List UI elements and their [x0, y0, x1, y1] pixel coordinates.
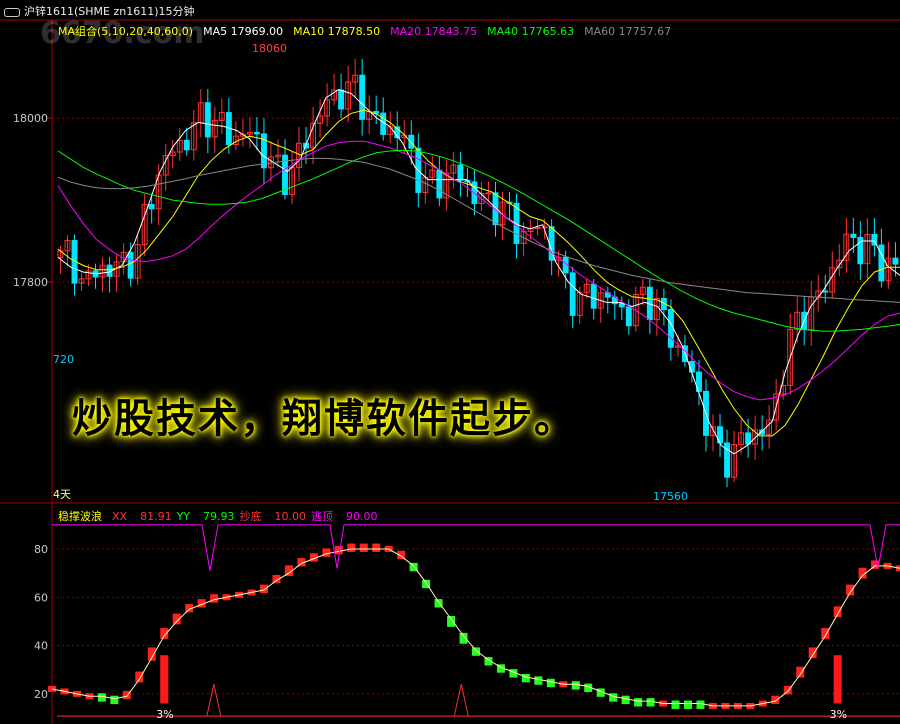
overlay-text: 炒股技术，翔博软件起步。: [72, 395, 576, 442]
candle-body: [625, 306, 632, 327]
candle-body: [183, 139, 190, 151]
oscillator-bar: [621, 695, 630, 705]
oscillator-bar: [110, 695, 119, 705]
candle-body: [569, 272, 576, 316]
candle-body: [534, 227, 541, 230]
oscillator-bar: [846, 584, 855, 596]
osc-y-tick-label: 40: [34, 640, 48, 653]
indicator-legend: 稳撑波浪 XX 81.91 YY 79.93 抄底 10.00 逃顶 90.00: [58, 508, 383, 524]
candle-body: [359, 74, 366, 120]
oscillator-bar: [771, 695, 780, 705]
indicator-legend-item: 10.00: [274, 510, 307, 523]
signal-label: 3%: [830, 708, 847, 721]
ma-line-ma20: [57, 140, 900, 401]
ma-line-ma40: [57, 149, 900, 332]
left-price-label: 720: [53, 353, 74, 366]
oscillator-bar: [671, 700, 680, 709]
candle-body: [148, 203, 155, 210]
ma-legend-item: MA组合(5,10,20,40,60,0): [58, 25, 194, 38]
indicator-legend-item: YY: [176, 510, 191, 523]
yy-line: [51, 548, 900, 707]
ma-legend-item: MA20 17843.75: [390, 25, 478, 38]
period-label: 4天: [53, 488, 71, 501]
oscillator-bar: [796, 666, 805, 678]
indicator-legend-item: XX: [112, 510, 128, 523]
oscillator-bar: [821, 628, 830, 639]
indicator-legend-item: 81.91: [140, 510, 172, 523]
oscillator-bar: [260, 584, 268, 594]
high-label: 18060: [252, 42, 287, 55]
oscillator-bar: [135, 671, 144, 683]
oscillator-bar: [646, 698, 655, 707]
oscillator-bar: [634, 698, 643, 707]
oscillator-bar: [459, 632, 468, 644]
oscillator-bar: [521, 673, 530, 683]
indicator-legend-item: 抄底: [239, 510, 262, 523]
oscillator-bar: [447, 616, 456, 627]
oscillator-bar: [696, 700, 705, 709]
oscillator-bar: [97, 693, 106, 702]
tall-signal-bar: [160, 655, 169, 704]
oscillator-bar: [334, 545, 343, 555]
candle-body: [850, 233, 857, 238]
ma-legend-item: MA60 17757.67: [584, 25, 672, 38]
osc-y-tick-label: 60: [34, 591, 48, 604]
candle-body: [253, 132, 260, 135]
oscillator-bar: [833, 606, 842, 618]
candle-body: [485, 192, 492, 195]
bottom-signal: [206, 684, 222, 717]
low-label: 17560: [653, 490, 688, 503]
ma-legend-item: MA40 17765.63: [487, 25, 575, 38]
oscillator-bar: [546, 678, 555, 688]
bottom-signal: [453, 684, 469, 717]
indicator-legend-item: 79.93: [203, 510, 235, 523]
indicator-legend-item: 逃顶: [311, 510, 334, 523]
indicator-legend-item: 90.00: [346, 510, 378, 523]
candle-body: [127, 251, 134, 279]
y-tick-label: 18000: [13, 112, 48, 125]
oscillator-bar: [684, 700, 692, 709]
title-bar: 沪锌1611(SHME zn1611)15分钟: [4, 3, 195, 19]
candle-body: [822, 290, 829, 293]
tall-signal-bar: [833, 655, 842, 704]
ma-legend-item: MA5 17969.00: [203, 25, 284, 38]
candle-body: [892, 257, 899, 265]
oscillator-bar: [322, 548, 331, 557]
oscillator-bar: [534, 676, 543, 685]
chart-title: 沪锌1611(SHME zn1611)15分钟: [24, 5, 195, 18]
indicator-legend-item: 稳撑波浪: [58, 510, 102, 523]
candle-body: [408, 134, 415, 149]
oscillator-bar: [160, 628, 169, 639]
signal-label: 3%: [156, 708, 173, 721]
ma-legend-item: MA10 17878.50: [293, 25, 381, 38]
oscillator-bar: [808, 647, 817, 659]
candle-body: [338, 89, 345, 110]
link-icon[interactable]: [4, 7, 20, 17]
candle-body: [457, 164, 464, 181]
oscillator-bar: [347, 543, 356, 552]
ma-line-ma60: [57, 157, 900, 303]
top-signal-line: [52, 524, 900, 571]
candle-body: [436, 169, 443, 199]
candle-body: [204, 102, 211, 138]
chart-canvas: 3% 3% 18000 17800 80 60 40 20 18060 17560 720 4天: [0, 19, 900, 724]
y-tick-label: 17800: [13, 276, 48, 289]
oscillator-bar: [359, 543, 368, 552]
ma-legend: MA组合(5,10,20,40,60,0) MA5 17969.00 MA10 17…: [58, 23, 681, 39]
oscillator-bar: [609, 693, 618, 702]
osc-y-tick-label: 80: [34, 543, 48, 556]
candle-body: [667, 309, 674, 348]
oscillator-bar: [472, 647, 480, 656]
candle-body: [541, 226, 548, 229]
oscillator-bar: [372, 543, 381, 552]
oscillator-panel: 3% 3%: [48, 524, 900, 721]
oscillator-bar: [210, 594, 219, 603]
osc-y-tick-label: 20: [34, 688, 48, 701]
oscillator-bar: [571, 681, 580, 690]
candle-body: [590, 283, 597, 309]
